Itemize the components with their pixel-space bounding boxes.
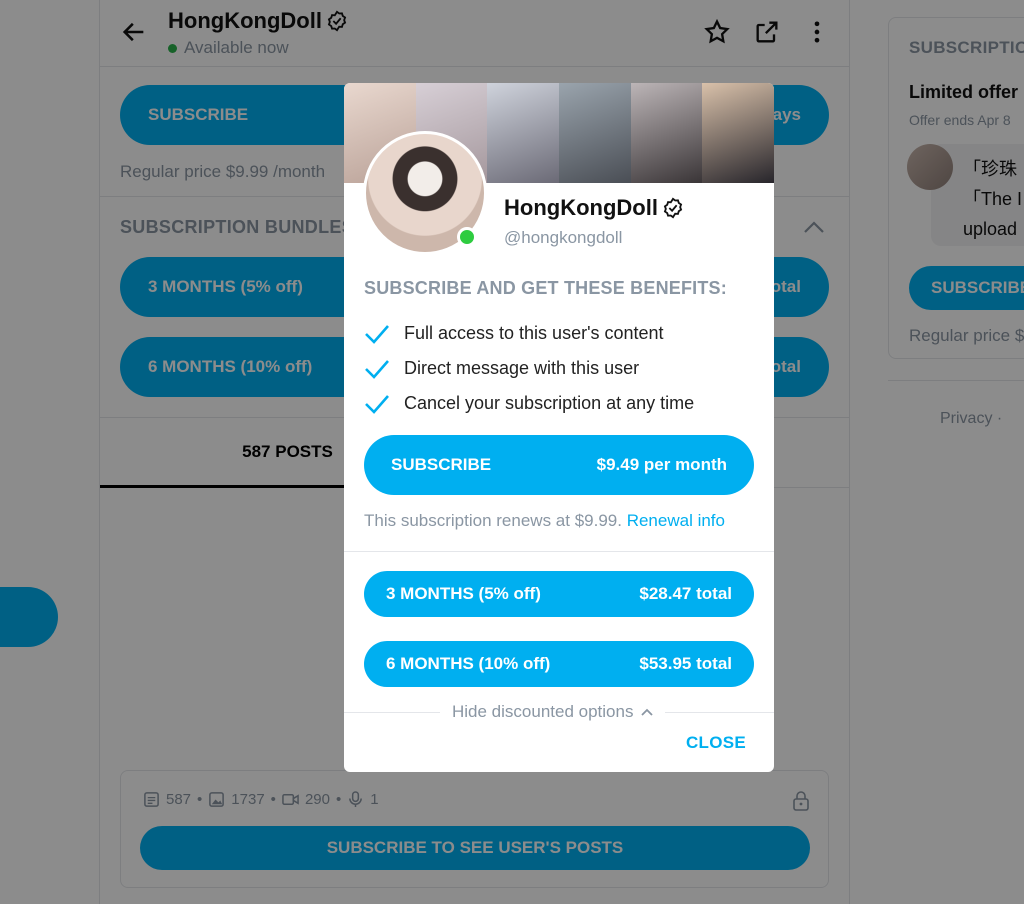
subscribe-price: $9.49 per month [596, 455, 727, 474]
bundle-label: 6 MONTHS (10% off) [386, 654, 551, 673]
checkmark-icon [365, 394, 389, 414]
benefit-text: Full access to this user's content [404, 323, 664, 343]
bundle-price: $53.95 total [639, 654, 732, 673]
benefits-title: SUBSCRIBE AND GET THESE BENEFITS: [364, 278, 727, 298]
renewal-text: This subscription renews at $9.99. [364, 511, 622, 530]
benefits-list: Full access to this user's content Direc… [364, 316, 694, 421]
online-status-icon [457, 227, 477, 247]
chevron-up-icon [641, 708, 654, 716]
benefit-item: Cancel your subscription at any time [364, 386, 694, 421]
checkmark-icon [365, 324, 389, 344]
bundle-price: $28.47 total [639, 584, 732, 603]
subscribe-label: SUBSCRIBE [391, 455, 492, 474]
modal-name-text: HongKongDoll [504, 195, 658, 220]
hide-options-label: Hide discounted options [452, 702, 634, 721]
bundle-3-months-button[interactable]: 3 MONTHS (5% off) $28.47 total [364, 571, 754, 617]
hide-options-row: Hide discounted options [344, 699, 774, 725]
modal-name: HongKongDoll [504, 195, 684, 221]
benefit-text: Cancel your subscription at any time [404, 393, 695, 413]
benefit-item: Direct message with this user [364, 351, 694, 386]
hide-discounted-options-button[interactable]: Hide discounted options [440, 699, 666, 725]
renewal-info-link[interactable]: Renewal info [627, 511, 725, 530]
divider [344, 551, 774, 552]
close-button[interactable]: CLOSE [686, 733, 746, 753]
benefit-item: Full access to this user's content [364, 316, 694, 351]
bundle-label: 3 MONTHS (5% off) [386, 584, 541, 603]
renewal-note: This subscription renews at $9.99. Renew… [364, 511, 725, 531]
benefit-text: Direct message with this user [404, 358, 640, 378]
subscribe-button[interactable]: SUBSCRIBE $9.49 per month [364, 435, 754, 495]
verified-icon [662, 197, 684, 219]
checkmark-icon [365, 359, 389, 379]
modal-handle: @hongkongdoll [504, 228, 623, 247]
bundle-6-months-button[interactable]: 6 MONTHS (10% off) $53.95 total [364, 641, 754, 687]
subscribe-modal: HongKongDoll @hongkongdoll SUBSCRIBE AND… [344, 83, 774, 772]
